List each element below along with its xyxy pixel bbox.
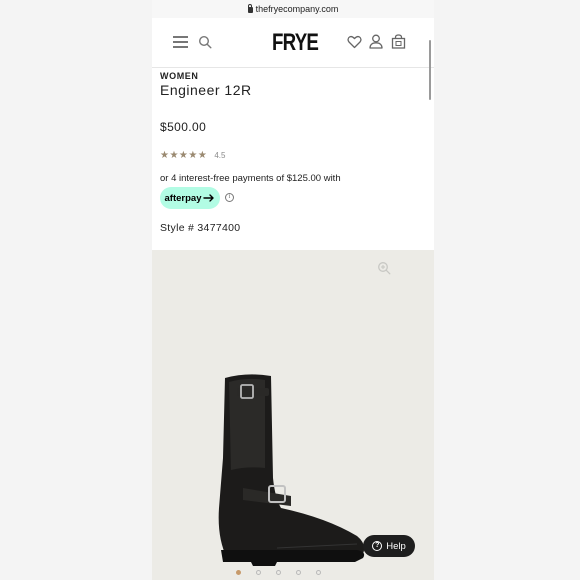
site-header: FRYE <box>152 18 434 100</box>
search-icon[interactable] <box>198 35 212 49</box>
product-title: Engineer 12R <box>160 82 252 98</box>
zoom-icon[interactable] <box>377 261 391 275</box>
installments-text: or 4 interest-free payments of $125.00 w… <box>160 173 341 184</box>
help-label: Help <box>386 540 406 552</box>
carousel-dots <box>236 570 336 575</box>
afterpay-badge[interactable]: afterpay <box>160 187 220 209</box>
right-margin <box>434 0 580 580</box>
afterpay-label: afterpay <box>164 192 202 204</box>
help-button[interactable]: ? Help <box>363 535 415 557</box>
url-text: thefryecompany.com <box>255 4 339 14</box>
carousel-dot[interactable] <box>256 570 261 575</box>
scrollbar[interactable] <box>429 40 431 100</box>
rating-stars: ★★★★★ <box>160 150 208 161</box>
info-icon[interactable]: i <box>225 193 234 202</box>
rating-value: 4.5 <box>214 151 226 160</box>
carousel-dot[interactable] <box>316 570 321 575</box>
product-price: $500.00 <box>160 120 207 134</box>
carousel-dot[interactable] <box>236 570 241 575</box>
bag-icon[interactable] <box>391 34 406 49</box>
menu-icon[interactable] <box>173 36 188 48</box>
address-bar[interactable]: thefryecompany.com <box>152 0 434 18</box>
user-icon[interactable] <box>369 34 383 49</box>
mobile-page: thefryecompany.com FRYE WOMEN Engineer 1… <box>152 0 434 580</box>
carousel-dot[interactable] <box>276 570 281 575</box>
carousel-dot[interactable] <box>296 570 301 575</box>
help-question-icon: ? <box>372 541 383 551</box>
lock-icon <box>247 3 253 13</box>
boot-product-image <box>218 374 365 566</box>
product-image-gallery[interactable]: ? Help <box>152 250 434 580</box>
product-rating[interactable]: ★★★★★ 4.5 <box>160 150 225 161</box>
afterpay-arrows-icon <box>203 194 215 202</box>
frye-logo[interactable]: FRYE <box>272 29 319 57</box>
style-number: Style # 3477400 <box>160 222 241 234</box>
product-category: WOMEN <box>160 71 199 81</box>
heart-icon[interactable] <box>347 35 362 49</box>
left-margin <box>0 0 152 580</box>
